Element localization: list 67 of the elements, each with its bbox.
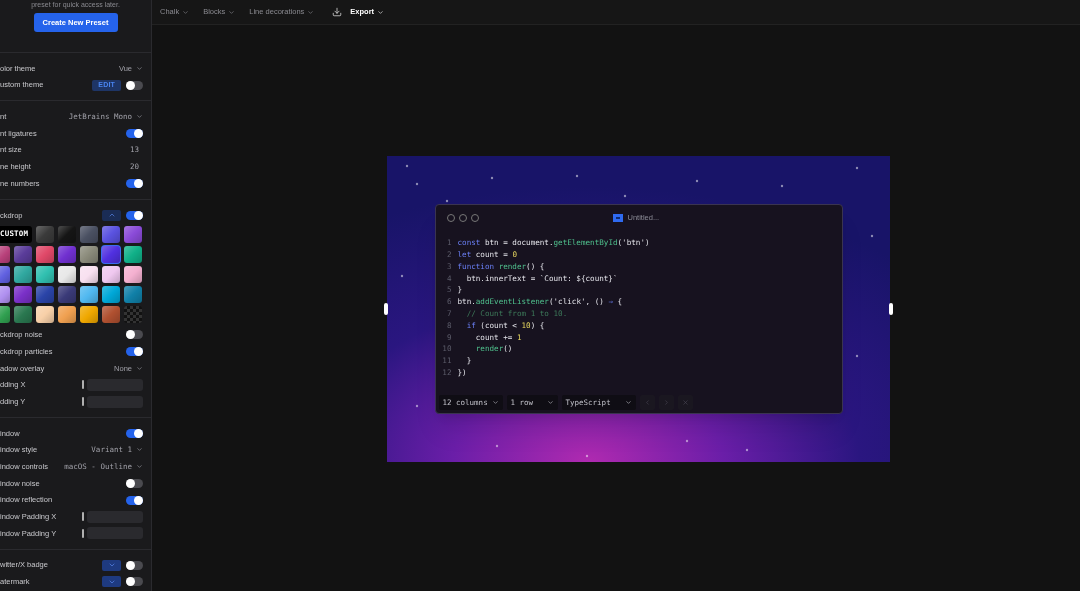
caret-icon [377, 8, 385, 16]
slider[interactable] [82, 395, 143, 408]
backdrop-swatch[interactable] [14, 245, 32, 263]
backdrop-swatch[interactable] [58, 245, 76, 263]
backdrop-swatch[interactable] [80, 285, 98, 303]
backdrop-swatch[interactable] [58, 305, 76, 323]
backdrop-swatch[interactable] [14, 285, 32, 303]
toggle-switch[interactable] [126, 478, 143, 488]
resize-handle[interactable] [384, 303, 388, 315]
backdrop-swatch[interactable] [80, 305, 98, 323]
backdrop-swatch[interactable] [80, 225, 98, 243]
toggle-switch[interactable] [126, 347, 143, 357]
backdrop-swatch[interactable] [0, 305, 10, 323]
close-icon [681, 399, 689, 406]
backdrop-swatch[interactable] [80, 245, 98, 263]
slider[interactable] [82, 510, 143, 523]
backdrop-swatch[interactable] [0, 265, 10, 283]
backdrop-swatch[interactable] [0, 285, 10, 303]
caret-icon [136, 113, 143, 121]
backdrop-swatch[interactable] [36, 245, 54, 263]
backdrop-swatch[interactable] [124, 225, 142, 243]
backdrop-swatch[interactable] [124, 265, 142, 283]
caret-icon [491, 399, 499, 406]
file-icon [612, 213, 623, 223]
backdrop-swatch[interactable] [124, 245, 142, 263]
backdrop-swatch[interactable] [124, 305, 142, 323]
slider[interactable] [82, 527, 143, 540]
toggle-switch[interactable] [126, 495, 143, 505]
toggle-switch[interactable] [126, 577, 143, 587]
backdrop-swatch[interactable] [102, 225, 120, 243]
caret-icon [546, 399, 554, 406]
toggle-switch[interactable] [126, 128, 143, 138]
backdrop-swatch[interactable] [58, 265, 76, 283]
backdrop-swatch[interactable] [102, 265, 120, 283]
toggle-switch[interactable] [126, 210, 143, 220]
caret-icon [136, 463, 143, 471]
toggle-switch[interactable] [126, 330, 143, 340]
backdrop-swatch[interactable] [58, 285, 76, 303]
backdrop-swatch[interactable] [36, 285, 54, 303]
chevron-left-icon [643, 399, 651, 406]
chevron-right-icon [662, 399, 670, 406]
caret-icon [136, 364, 143, 372]
caret-icon [136, 446, 143, 454]
toggle-switch[interactable] [126, 560, 143, 570]
caret-icon [182, 8, 190, 16]
backdrop-swatch[interactable] [36, 265, 54, 283]
toggle-switch[interactable] [126, 80, 143, 90]
backdrop-swatch[interactable] [102, 245, 120, 263]
backdrop-swatch[interactable] [102, 305, 120, 323]
slider[interactable] [82, 378, 143, 391]
backdrop-swatch[interactable] [14, 265, 32, 283]
caret-icon [624, 399, 632, 406]
backdrop-swatch[interactable] [102, 285, 120, 303]
backdrop-swatch[interactable] [36, 305, 54, 323]
resize-handle[interactable] [889, 303, 893, 315]
download-icon[interactable] [332, 7, 343, 17]
backdrop-swatch[interactable] [58, 225, 76, 243]
backdrop-swatch[interactable] [124, 285, 142, 303]
backdrop-swatch[interactable] [0, 245, 10, 263]
toggle-switch[interactable] [126, 428, 143, 438]
caret-icon [228, 8, 236, 16]
toggle-switch[interactable] [126, 178, 143, 188]
caret-icon [136, 64, 143, 72]
caret-icon [307, 8, 315, 16]
backdrop-swatch[interactable] [80, 265, 98, 283]
backdrop-swatch[interactable] [36, 225, 54, 243]
backdrop-swatch[interactable] [14, 305, 32, 323]
